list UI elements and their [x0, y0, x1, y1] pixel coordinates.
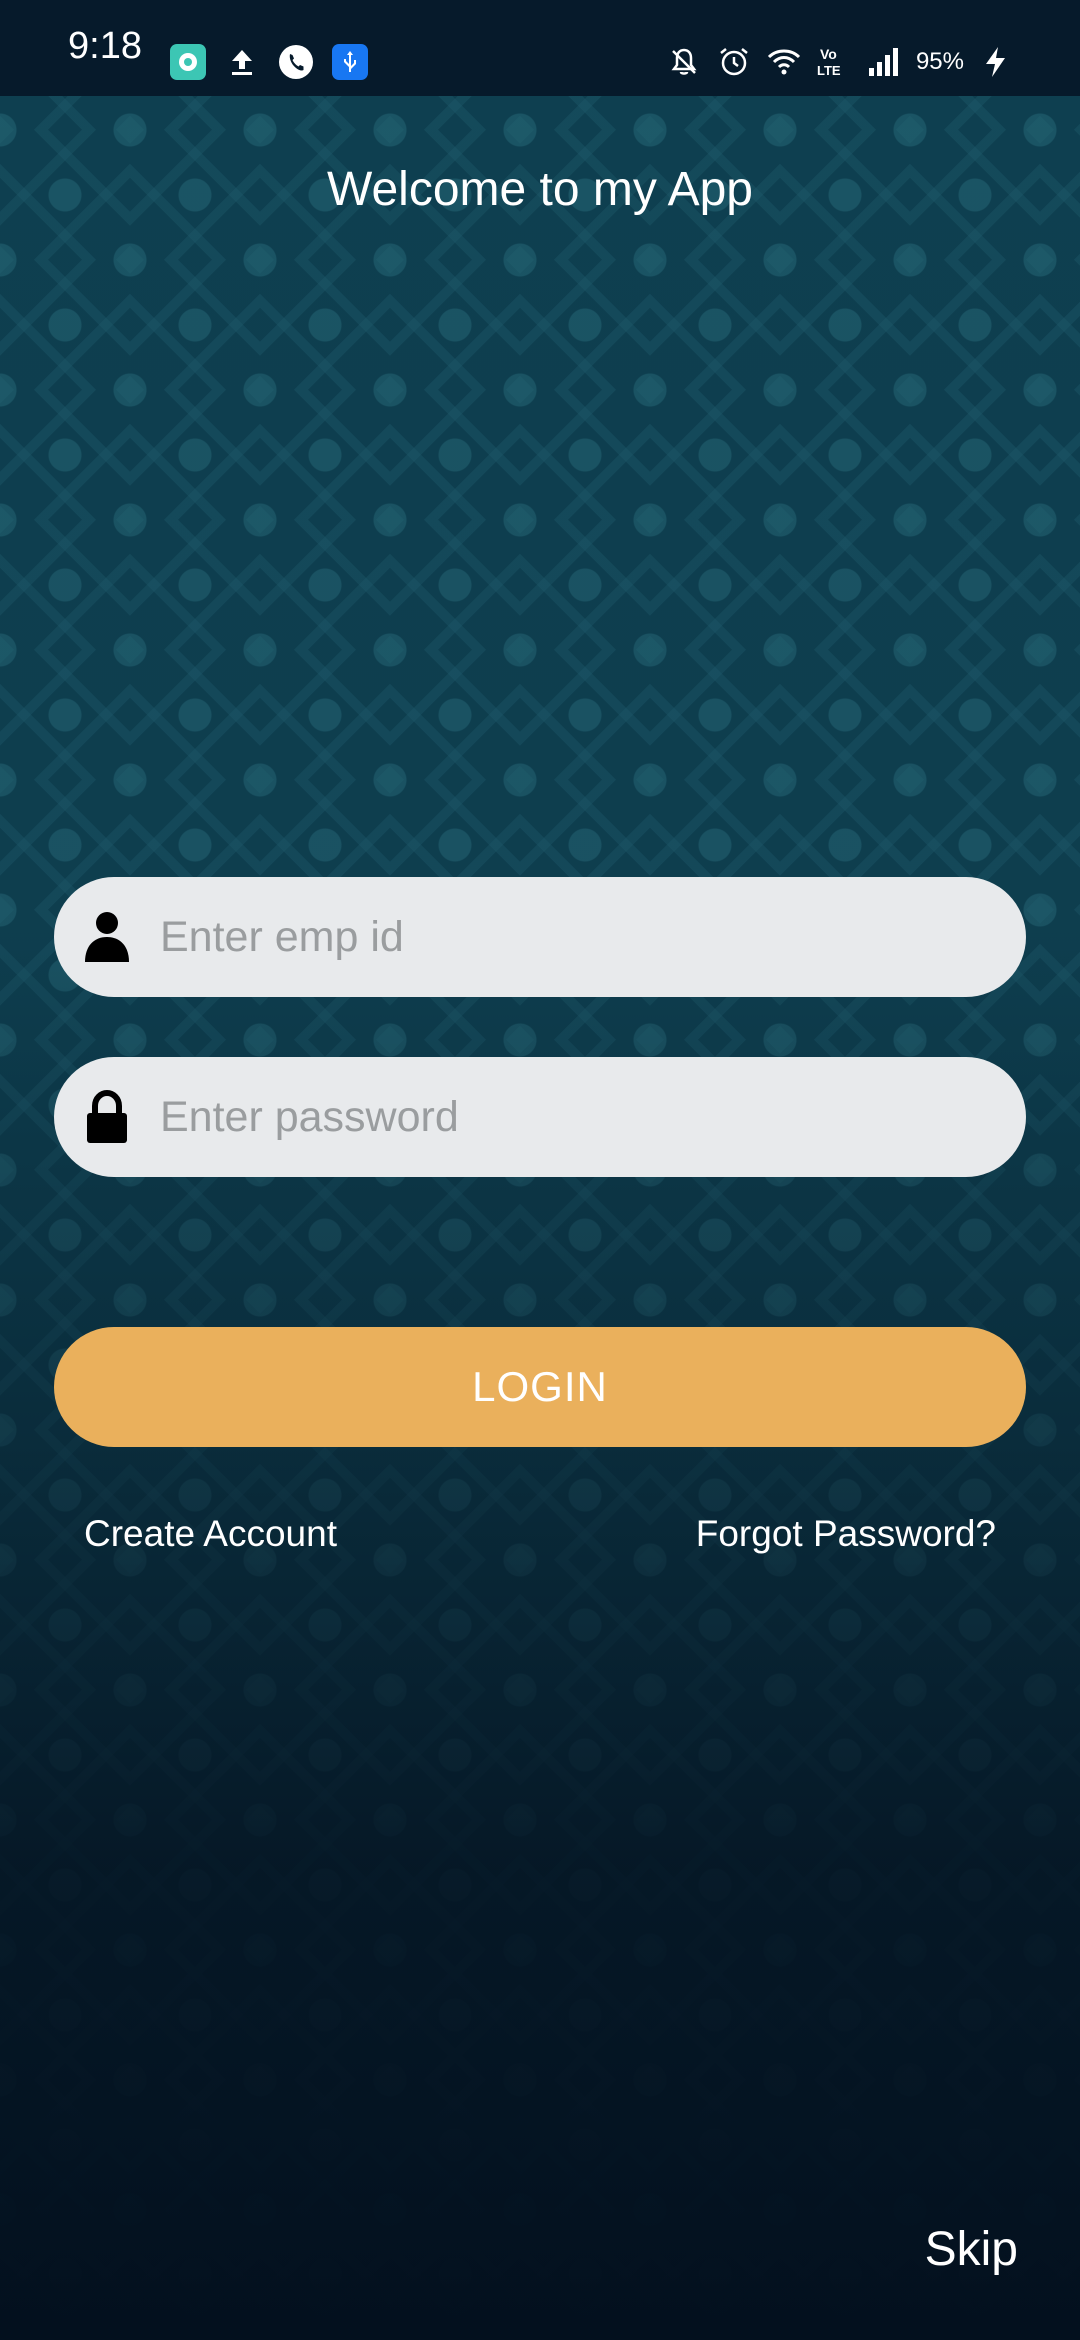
login-screen: 9:18 Vo LTE 95% Welcome to my App Enter … — [0, 0, 1080, 2340]
user-icon — [85, 912, 129, 962]
bell-off-icon — [671, 48, 697, 75]
password-field[interactable] — [54, 1057, 1026, 1177]
lock-icon — [87, 1090, 127, 1143]
page-title: Welcome to my App — [327, 163, 753, 216]
forgot-password-link[interactable]: Forgot Password? — [696, 1510, 996, 1558]
status-time: 9:18 — [68, 25, 142, 67]
emp-id-input[interactable] — [160, 897, 960, 977]
usb-icon — [332, 44, 368, 80]
volte-icon: Vo LTE — [817, 46, 841, 78]
charging-icon — [986, 47, 1005, 77]
alarm-icon — [720, 48, 748, 76]
svg-text:Vo: Vo — [820, 46, 837, 62]
wifi-icon — [767, 49, 801, 75]
password-input[interactable] — [160, 1077, 960, 1157]
phone-icon — [279, 45, 313, 79]
status-bar: 9:18 Vo LTE 95% — [0, 0, 1080, 96]
status-right-icons: Vo LTE 95% — [666, 44, 1014, 80]
signal-icon — [868, 48, 898, 76]
svg-text:LTE: LTE — [817, 63, 841, 78]
login-button[interactable]: LOGIN — [54, 1327, 1026, 1447]
app-notification-icon — [170, 44, 206, 80]
create-account-link[interactable]: Create Account — [84, 1510, 337, 1558]
upload-icon — [232, 50, 252, 75]
battery-level: 95% — [915, 48, 964, 75]
status-left-icons — [170, 44, 368, 80]
skip-button[interactable]: Skip — [925, 2222, 1018, 2278]
emp-id-field[interactable] — [54, 877, 1026, 997]
